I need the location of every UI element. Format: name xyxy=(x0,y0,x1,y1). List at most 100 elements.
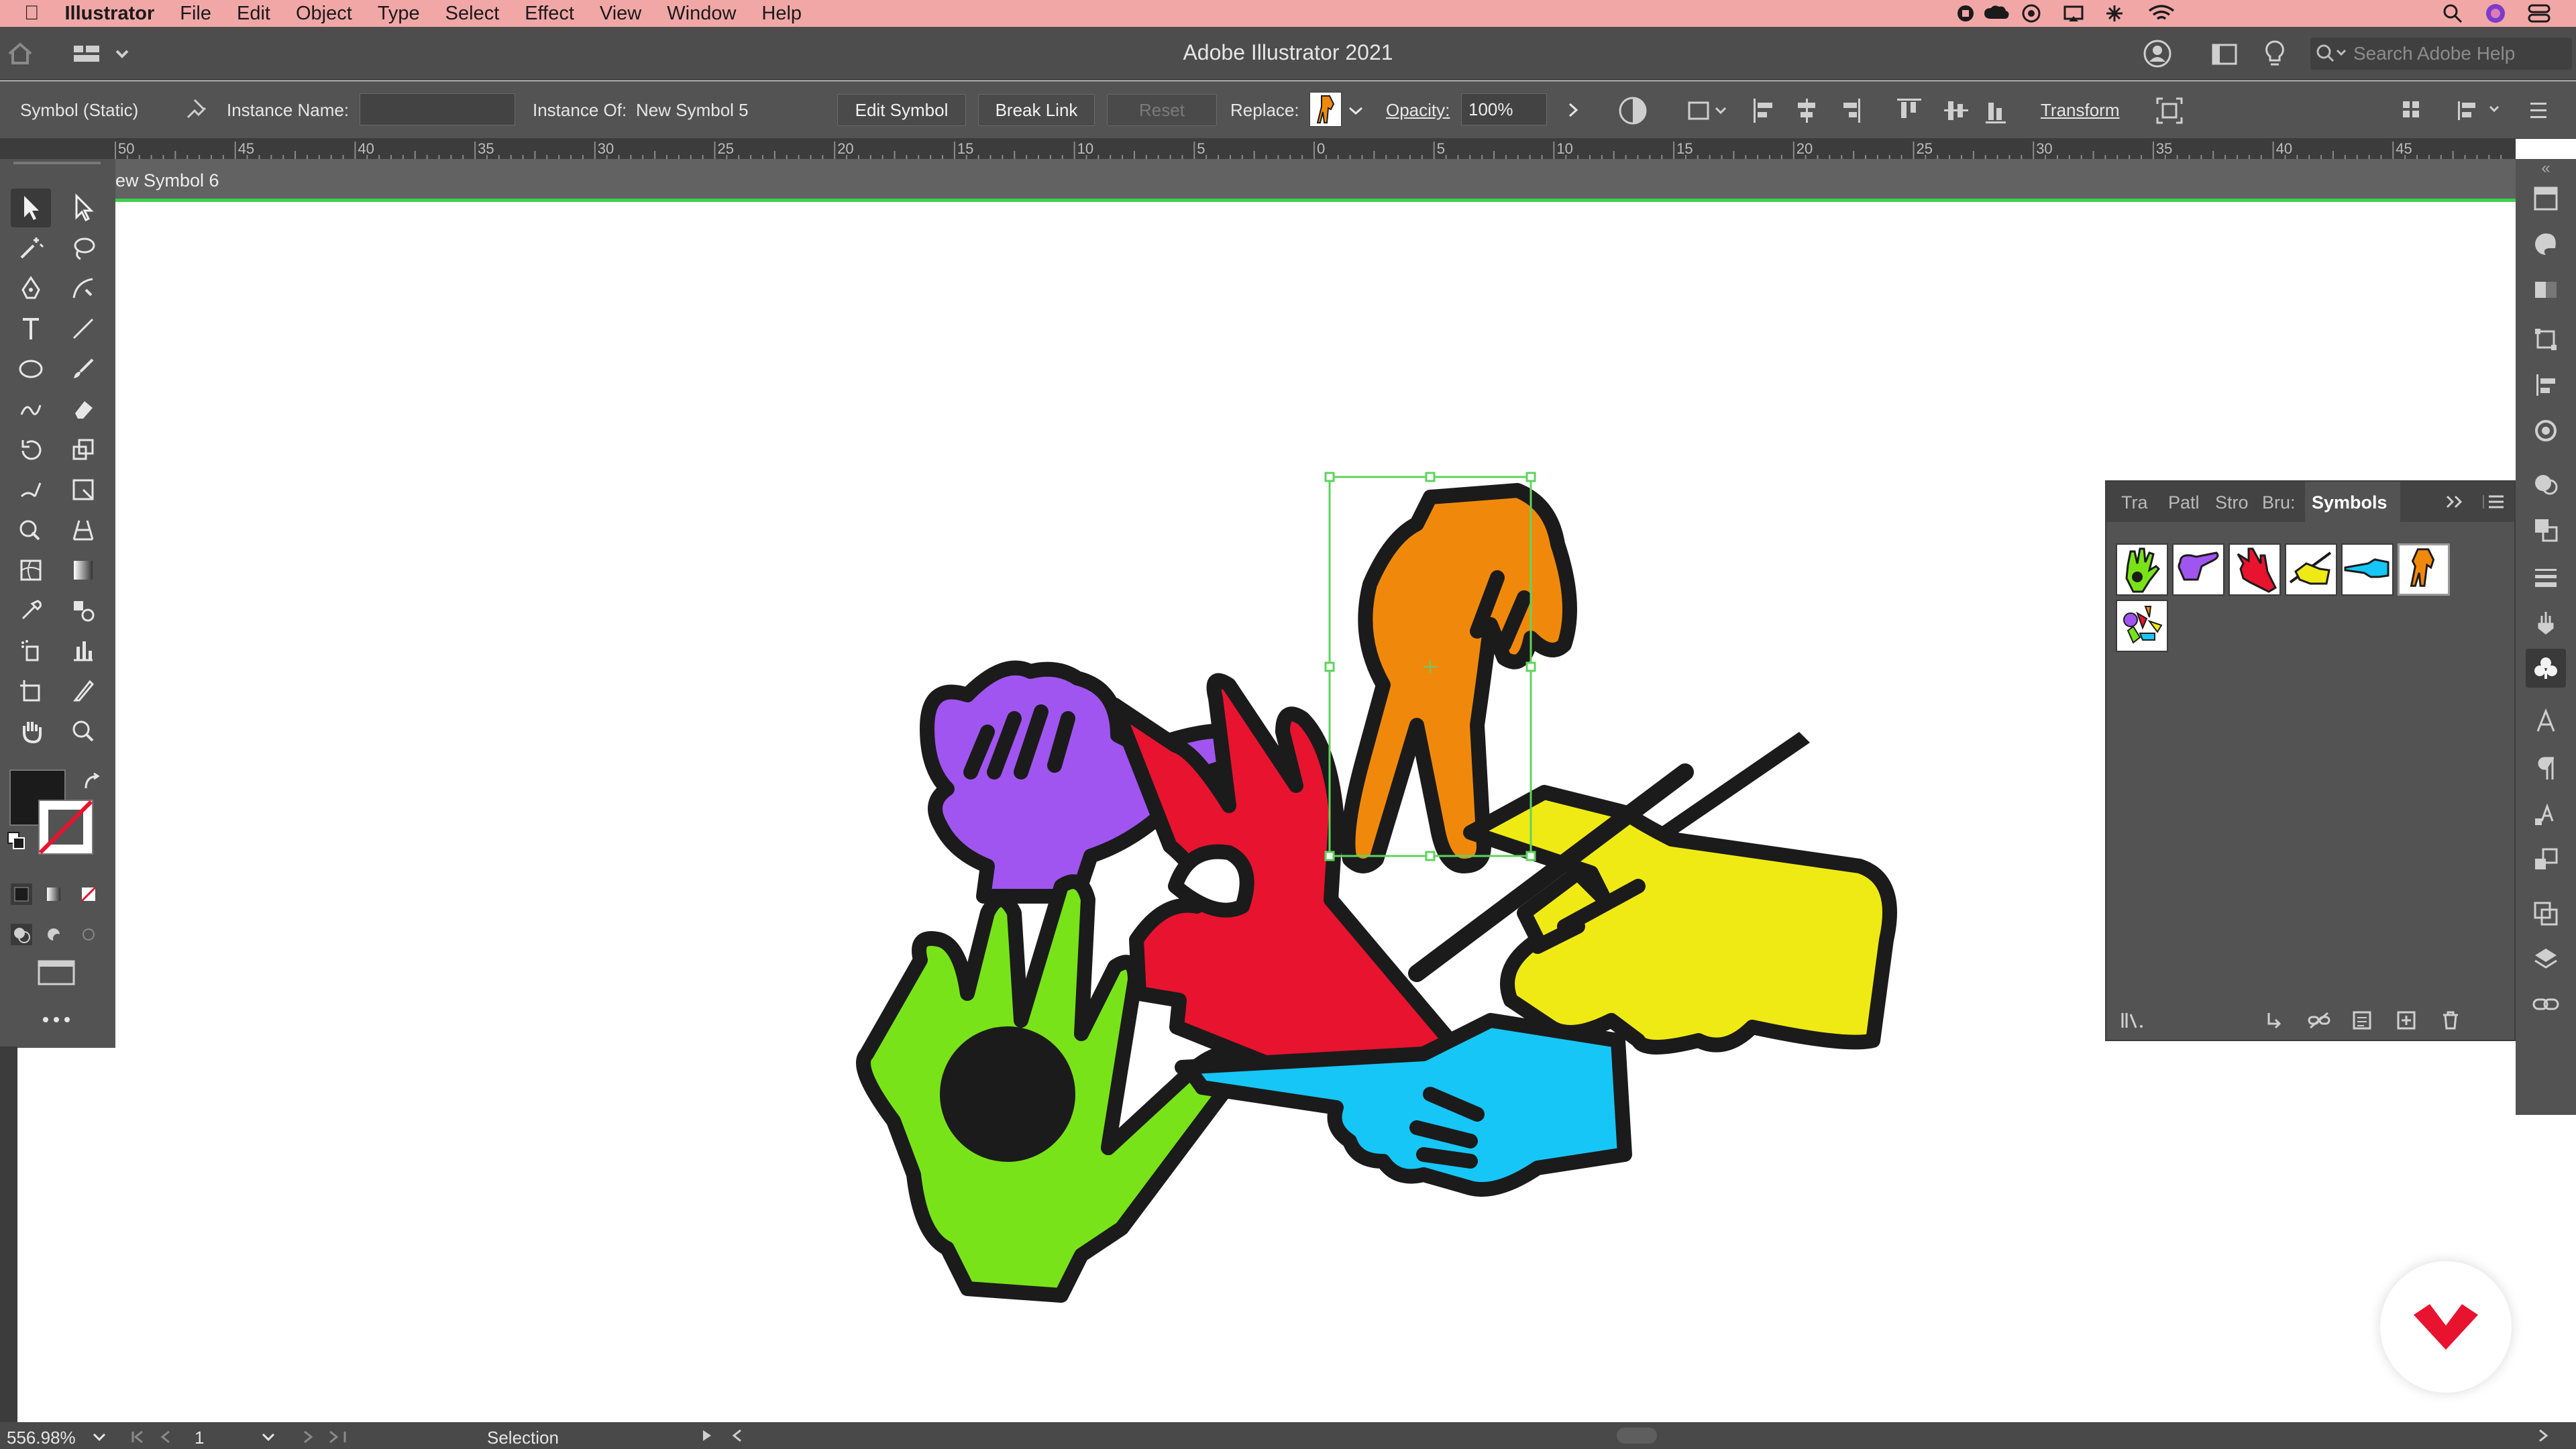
spotlight-icon[interactable] xyxy=(2442,3,2463,24)
artboard-tool-icon[interactable] xyxy=(11,672,51,710)
screen-mode-icon[interactable] xyxy=(36,959,76,990)
current-tool-status[interactable]: Selection xyxy=(487,1428,559,1448)
hand-tool-icon[interactable] xyxy=(11,712,51,751)
new-symbol-icon[interactable] xyxy=(2396,1010,2416,1030)
slice-tool-icon[interactable] xyxy=(63,672,103,710)
magic-wand-tool-icon[interactable] xyxy=(11,229,51,268)
character-styles-panel-icon[interactable] xyxy=(2526,795,2566,834)
share-user-icon[interactable] xyxy=(2143,39,2172,72)
tab-brushes[interactable]: Bru: xyxy=(2262,492,2296,513)
recolor-artwork-icon[interactable] xyxy=(1618,96,1648,130)
scale-tool-icon[interactable] xyxy=(63,430,103,469)
instance-name-input[interactable] xyxy=(360,93,515,125)
selection-tool-icon[interactable] xyxy=(11,189,51,227)
menu-file[interactable]: File xyxy=(180,3,211,25)
transparency-panel-icon[interactable] xyxy=(2526,465,2566,504)
paragraph-panel-icon[interactable] xyxy=(2526,749,2566,788)
shaper-tool-icon[interactable] xyxy=(11,390,51,429)
lasso-tool-icon[interactable] xyxy=(63,229,103,268)
help-search-field[interactable]: Search Adobe Help xyxy=(2310,38,2572,70)
scroll-right-arrow-icon[interactable] xyxy=(2536,1429,2549,1442)
fill-stroke-swatches[interactable] xyxy=(7,765,102,855)
scroll-left-arrow-icon[interactable] xyxy=(731,1429,745,1442)
symbols-panel-icon[interactable] xyxy=(2526,649,2566,688)
discover-lightbulb-icon[interactable] xyxy=(2263,39,2286,72)
document-tab[interactable]: ew Symbol 6 xyxy=(115,159,2516,202)
break-link-to-symbol-icon[interactable] xyxy=(2308,1010,2330,1030)
siri-icon[interactable] xyxy=(2485,3,2506,24)
color-mode-buttons[interactable] xyxy=(9,882,103,910)
panel-collapse-icon[interactable] xyxy=(2445,494,2465,510)
symbol-options-icon[interactable] xyxy=(182,96,209,127)
tab-pathfinder[interactable]: Patl xyxy=(2168,492,2200,513)
opacity-label[interactable]: Opacity: xyxy=(1386,100,1450,121)
graphic-styles-panel-icon[interactable] xyxy=(2526,841,2566,879)
align-panel-icon[interactable] xyxy=(2526,366,2566,405)
symbol-libraries-menu-icon[interactable] xyxy=(2120,1010,2149,1030)
opacity-input[interactable]: 100% xyxy=(1461,93,1547,125)
collapse-dock-icon[interactable]: « xyxy=(2516,159,2576,179)
ellipse-tool-icon[interactable] xyxy=(11,350,51,388)
transform-link[interactable]: Transform xyxy=(2041,100,2120,121)
symbol-hands-group[interactable] xyxy=(2116,600,2168,652)
shape-builder-tool-icon[interactable] xyxy=(11,511,51,549)
yellow-writing-hand-artwork[interactable] xyxy=(1408,732,1897,1055)
type-tool-icon[interactable] xyxy=(11,309,51,348)
tab-transparency[interactable]: Tra xyxy=(2121,492,2148,513)
replace-symbol-dropdown[interactable] xyxy=(1309,91,1366,128)
symbol-sprayer-tool-icon[interactable] xyxy=(11,631,51,670)
transform-panel-icon[interactable] xyxy=(2526,320,2566,359)
curvature-tool-icon[interactable] xyxy=(63,269,103,308)
symbol-green-hand[interactable] xyxy=(2116,543,2168,596)
vertical-ruler[interactable] xyxy=(0,1046,17,1422)
pathfinder-panel-icon[interactable] xyxy=(2526,511,2566,549)
appearance-panel-icon[interactable] xyxy=(2526,411,2566,450)
apple-menu-icon[interactable]:  xyxy=(24,2,40,25)
gradient-panel-icon[interactable] xyxy=(2526,270,2566,309)
control-center-icon[interactable] xyxy=(2528,3,2551,24)
menu-type[interactable]: Type xyxy=(378,3,420,25)
swap-fill-stroke-icon[interactable] xyxy=(82,772,102,792)
symbol-red-hand[interactable] xyxy=(2229,543,2281,596)
symbol-purple-hand[interactable] xyxy=(2172,543,2224,596)
symbol-blue-hand[interactable] xyxy=(2341,543,2394,596)
color-panel-icon[interactable] xyxy=(2526,225,2566,264)
paintbrush-tool-icon[interactable] xyxy=(63,350,103,388)
gradient-tool-icon[interactable] xyxy=(63,551,103,590)
zoom-tool-icon[interactable] xyxy=(63,712,103,751)
reset-button[interactable]: Reset xyxy=(1107,94,1217,126)
eraser-tool-icon[interactable] xyxy=(63,390,103,429)
horizontal-ruler[interactable]: 50 45 40 35 30 25 20 15 10 5 0 5 10 15 20 25 30 35 40 45 xyxy=(0,139,2516,159)
warp-tool-icon[interactable] xyxy=(11,470,51,509)
place-symbol-instance-icon[interactable] xyxy=(2265,1010,2285,1030)
edit-toolbar-more-icon[interactable] xyxy=(42,1015,71,1028)
stroke-swatch-none[interactable] xyxy=(38,799,94,855)
character-panel-icon[interactable] xyxy=(2526,702,2566,741)
symbol-orange-hand-selected[interactable] xyxy=(2398,543,2450,596)
mesh-tool-icon[interactable] xyxy=(11,551,51,590)
libraries-panel-icon[interactable] xyxy=(2526,179,2566,218)
break-link-button[interactable]: Break Link xyxy=(978,94,1095,126)
menu-edit[interactable]: Edit xyxy=(237,3,270,25)
zoom-level[interactable]: 556.98% xyxy=(7,1428,76,1448)
line-segment-tool-icon[interactable] xyxy=(63,309,103,348)
chevron-right-icon[interactable] xyxy=(1566,101,1582,123)
menu-view[interactable]: View xyxy=(600,3,641,25)
symbol-yellow-hand[interactable] xyxy=(2285,543,2337,596)
zoom-dropdown-chevron-icon[interactable] xyxy=(91,1430,107,1444)
stroke-panel-icon[interactable] xyxy=(2526,557,2566,596)
artboard-navigation-first-prev[interactable] xyxy=(127,1429,201,1445)
artboard-navigation-next-last[interactable] xyxy=(288,1429,362,1445)
menu-select[interactable]: Select xyxy=(445,3,500,25)
status-menu-arrow-icon[interactable] xyxy=(700,1429,714,1442)
tab-stroke[interactable]: Stro xyxy=(2215,492,2249,513)
artboards-panel-icon[interactable] xyxy=(2526,894,2566,933)
panel-menu-icon[interactable] xyxy=(2482,494,2505,510)
menu-effect[interactable]: Effect xyxy=(525,3,574,25)
align-buttons[interactable] xyxy=(1751,96,2006,130)
brushes-panel-icon[interactable] xyxy=(2526,603,2566,642)
edit-symbol-button[interactable]: Edit Symbol xyxy=(837,94,966,126)
artboard-dropdown-chevron-icon[interactable] xyxy=(260,1430,276,1444)
tools-panel-grip[interactable] xyxy=(13,162,101,164)
perspective-grid-tool-icon[interactable] xyxy=(63,511,103,549)
